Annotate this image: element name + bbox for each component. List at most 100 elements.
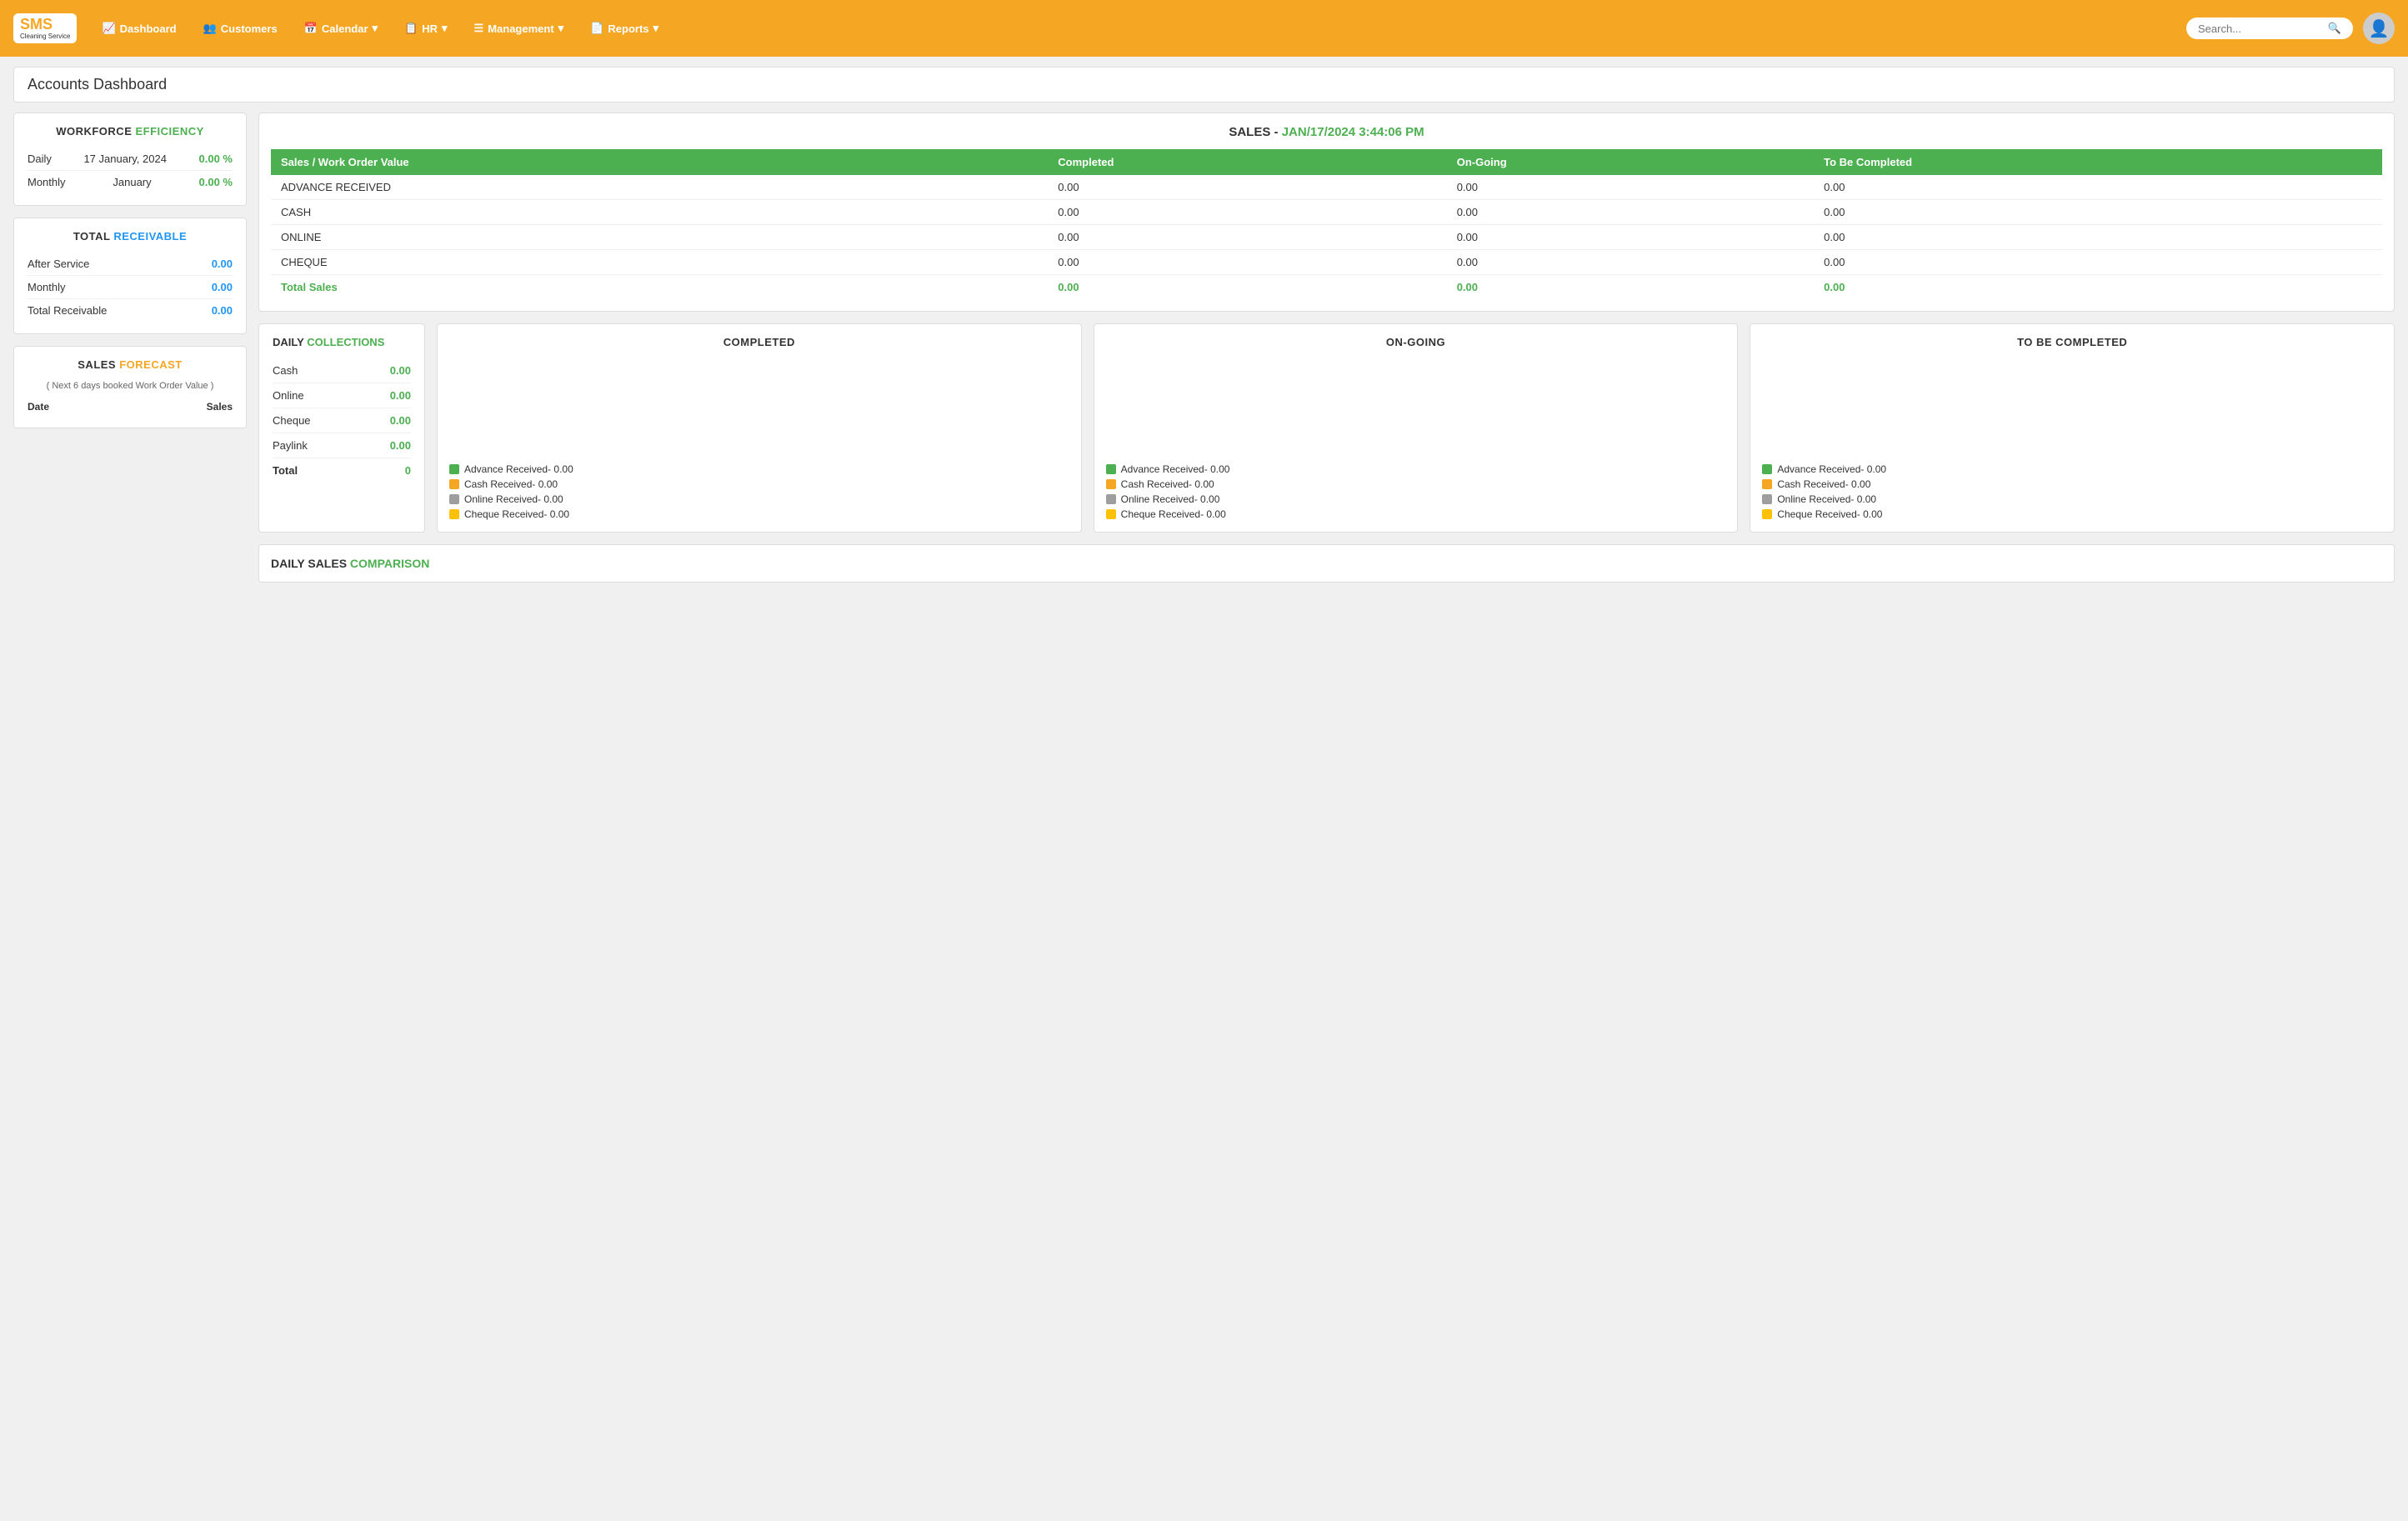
coll-label: Cheque (273, 414, 311, 427)
status-card-ongoing: ON-GOING Advance Received- 0.00Cash Rece… (1094, 323, 1739, 533)
receivable-total-row: Total Receivable 0.00 (28, 299, 233, 322)
workforce-daily-label: Daily (28, 153, 52, 165)
row-completed: 0.00 (1048, 175, 1446, 200)
legend-label: Advance Received- 0.00 (1777, 463, 1886, 475)
legend-dot (1762, 494, 1772, 504)
row-ongoing: 0.00 (1447, 200, 1814, 225)
row-tobe: 0.00 (1814, 225, 2382, 250)
coll-total-label: Total (273, 464, 298, 477)
workforce-monthly-label: Monthly (28, 176, 66, 188)
tobe-title: TO BE COMPLETED (1762, 336, 2382, 348)
row-label: ONLINE (271, 225, 1048, 250)
legend-label: Cheque Received- 0.00 (1777, 508, 1882, 520)
row-completed: 0.00 (1048, 225, 1446, 250)
reports-icon: 📄 (590, 22, 603, 35)
row-label: CHEQUE (271, 250, 1048, 275)
legend-dot (1106, 494, 1116, 504)
legend-item: Cheque Received- 0.00 (1106, 508, 1726, 520)
boxes-row: DAILY COLLECTIONS Cash0.00Online0.00Cheq… (258, 323, 2395, 533)
col-header-tobe: To Be Completed (1814, 149, 2382, 175)
legend-item: Advance Received- 0.00 (1106, 463, 1726, 475)
legend-dot (1762, 464, 1772, 474)
nav-dashboard[interactable]: 📈 Dashboard (90, 17, 188, 40)
legend-label: Online Received- 0.00 (464, 493, 563, 505)
coll-total-value: 0 (405, 464, 411, 477)
collection-row: Cheque 0.00 (273, 408, 411, 433)
receivable-monthly-label: Monthly (28, 281, 66, 293)
legend-label: Cash Received- 0.00 (464, 478, 558, 490)
row-label: ADVANCE RECEIVED (271, 175, 1048, 200)
sales-table-header-row: Sales / Work Order Value Completed On-Go… (271, 149, 2382, 175)
receivable-after-service-value: 0.00 (212, 258, 233, 270)
management-dropdown-icon: ▾ (558, 22, 564, 35)
legend-item: Advance Received- 0.00 (449, 463, 1069, 475)
legend-item: Online Received- 0.00 (1762, 493, 2382, 505)
main-wrapper: Accounts Dashboard WORKFORCE EFFICIENCY … (0, 57, 2408, 1521)
completed-legend: Advance Received- 0.00 Cash Received- 0.0… (449, 463, 1069, 520)
nav-hr[interactable]: 📋 HR ▾ (393, 17, 459, 40)
collection-row: Online0.00 (273, 383, 411, 408)
coll-value: 0.00 (390, 439, 411, 452)
ongoing-legend: Advance Received- 0.00 Cash Received- 0.0… (1106, 463, 1726, 520)
legend-label: Cash Received- 0.00 (1777, 478, 1870, 490)
workforce-monthly-value: 0.00 % (199, 176, 233, 188)
customers-icon: 👥 (203, 22, 217, 35)
left-panels: WORKFORCE EFFICIENCY Daily 17 January, 2… (13, 113, 247, 428)
search-input[interactable] (2198, 23, 2323, 35)
table-row: CHEQUE 0.00 0.00 0.00 (271, 250, 2382, 275)
logo[interactable]: SMSCleaning Service (13, 13, 77, 44)
legend-item: Cheque Received- 0.00 (449, 508, 1069, 520)
forecast-sub: ( Next 6 days booked Work Order Value ) (28, 381, 233, 391)
table-total-row: Total Sales 0.00 0.00 0.00 (271, 275, 2382, 300)
ongoing-body (1106, 355, 1726, 455)
row-completed: 0.00 (1048, 200, 1446, 225)
legend-label: Online Received- 0.00 (1777, 493, 1876, 505)
search-icon: 🔍 (2328, 22, 2341, 35)
nav-customers[interactable]: 👥 Customers (192, 17, 289, 40)
coll-label: Cash (273, 364, 298, 377)
row-ongoing: 0.00 (1447, 175, 1814, 200)
receivable-after-service-row: After Service 0.00 (28, 253, 233, 276)
avatar[interactable]: 👤 (2363, 13, 2395, 44)
coll-value: 0.00 (390, 414, 411, 427)
right-area: SALES - JAN/17/2024 3:44:06 PM Sales / W… (258, 113, 2395, 583)
daily-comparison-card: DAILY SALES COMPARISON (258, 544, 2395, 583)
receivable-title: TOTAL RECEIVABLE (28, 230, 233, 243)
nav-reports[interactable]: 📄 Reports ▾ (578, 17, 670, 40)
status-card-tobe: TO BE COMPLETED Advance Received- 0.00 Ca… (1750, 323, 2395, 533)
row-tobe: 0.00 (1814, 250, 2382, 275)
calendar-dropdown-icon: ▾ (373, 22, 378, 35)
collections-title: DAILY COLLECTIONS (273, 336, 411, 348)
legend-label: Cheque Received- 0.00 (464, 508, 569, 520)
sales-title: SALES - JAN/17/2024 3:44:06 PM (271, 125, 2382, 139)
legend-label: Cash Received- 0.00 (1121, 478, 1214, 490)
management-icon: ☰ (474, 22, 484, 35)
col-header-completed: Completed (1048, 149, 1446, 175)
receivable-after-service-label: After Service (28, 258, 89, 270)
legend-label: Online Received- 0.00 (1121, 493, 1220, 505)
legend-label: Advance Received- 0.00 (1121, 463, 1230, 475)
coll-value: 0.00 (390, 364, 411, 377)
legend-dot (1106, 464, 1116, 474)
row-ongoing: 0.00 (1447, 250, 1814, 275)
comparison-title: DAILY SALES COMPARISON (271, 557, 2382, 570)
forecast-title: SALES FORECAST (28, 358, 233, 371)
receivable-total-label: Total Receivable (28, 304, 107, 317)
receivable-monthly-value: 0.00 (212, 281, 233, 293)
row-label: CASH (271, 200, 1048, 225)
hr-dropdown-icon: ▾ (442, 22, 448, 35)
workforce-daily-row: Daily 17 January, 2024 0.00 % (28, 148, 233, 171)
legend-item: Cash Received- 0.00 (1106, 478, 1726, 490)
completed-body (449, 355, 1069, 455)
legend-dot (449, 479, 459, 489)
legend-dot (449, 494, 459, 504)
workforce-panel: WORKFORCE EFFICIENCY Daily 17 January, 2… (13, 113, 247, 206)
sales-table: Sales / Work Order Value Completed On-Go… (271, 149, 2382, 299)
nav-calendar[interactable]: 📅 Calendar ▾ (293, 17, 389, 40)
search-bar[interactable]: 🔍 (2186, 18, 2353, 39)
forecast-panel: SALES FORECAST ( Next 6 days booked Work… (13, 346, 247, 428)
completed-title: COMPLETED (449, 336, 1069, 348)
legend-item: Online Received- 0.00 (449, 493, 1069, 505)
row-tobe: 0.00 (1814, 175, 2382, 200)
nav-management[interactable]: ☰ Management ▾ (463, 17, 576, 40)
